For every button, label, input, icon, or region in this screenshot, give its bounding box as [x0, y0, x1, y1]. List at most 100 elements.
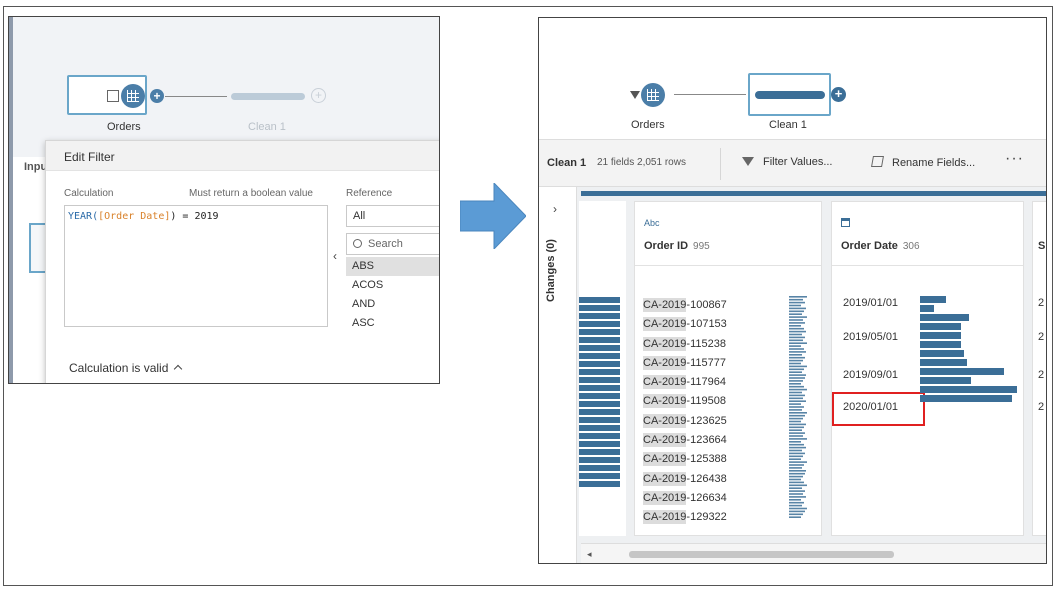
- histogram-bar: [920, 395, 1012, 402]
- order-id-value[interactable]: CA-2019-100867: [643, 298, 727, 318]
- order-id-value[interactable]: CA-2019-125388: [643, 452, 727, 472]
- histogram-bar: [789, 377, 805, 379]
- column-name-text: Order ID: [644, 240, 689, 252]
- value-suffix: -100867: [686, 299, 727, 311]
- column-name-partial: S: [1038, 240, 1046, 252]
- histogram-bar: [789, 470, 806, 472]
- add-step-icon[interactable]: +: [150, 89, 164, 103]
- column-name: Order Date 306: [841, 240, 920, 252]
- clean-node-placeholder[interactable]: [231, 93, 305, 100]
- histogram-bar: [789, 351, 806, 353]
- order-id-value[interactable]: CA-2019-117964: [643, 375, 727, 395]
- filter-values-button[interactable]: Filter Values...: [742, 156, 833, 168]
- histogram-bar: [579, 393, 620, 399]
- histogram-bar: [789, 409, 802, 411]
- histogram-bar: [579, 377, 620, 383]
- order-id-value[interactable]: CA-2019-123664: [643, 433, 727, 453]
- histogram-bar: [579, 329, 620, 335]
- histogram-bar: [579, 369, 620, 375]
- function-item[interactable]: AND: [346, 295, 439, 314]
- order-id-value[interactable]: CA-2019-129322: [643, 510, 727, 530]
- profile-column-next-partial[interactable]: S 2 2 2 2: [1032, 201, 1046, 536]
- histogram-bar: [789, 516, 801, 518]
- order-id-value[interactable]: CA-2019-126438: [643, 471, 727, 492]
- histogram-bar: [579, 481, 620, 487]
- histogram-bar: [789, 507, 807, 510]
- string-type-icon: Abc: [644, 218, 660, 228]
- histogram-bar: [789, 310, 804, 313]
- highlight-box: [832, 392, 925, 426]
- histogram-bar: [789, 490, 805, 492]
- matched-text: CA-2019: [643, 375, 687, 390]
- column-header[interactable]: Abc Order ID 995: [635, 202, 821, 266]
- chevron-right-icon[interactable]: ›: [553, 202, 557, 216]
- histogram-bar: [579, 353, 620, 359]
- filter-icon: [630, 91, 640, 99]
- profile-column-partial[interactable]: [579, 201, 626, 536]
- value-suffix: -125388: [686, 453, 727, 466]
- function-search-input[interactable]: Search: [346, 233, 439, 255]
- partial-value: 2: [1038, 297, 1045, 309]
- orders-node[interactable]: [67, 75, 147, 115]
- scroll-left-icon[interactable]: ◂: [587, 549, 592, 560]
- histogram-bar: [789, 339, 803, 342]
- profile-column-order-id[interactable]: Abc Order ID 995 CA-2019-100867 CA-2019-10…: [634, 201, 822, 536]
- profile-column-order-date[interactable]: Order Date 306 2019/01/01 2019/05/01 2019…: [831, 201, 1024, 536]
- step-name: Clean 1: [547, 157, 587, 169]
- histogram-bar: [789, 423, 806, 426]
- changes-tab[interactable]: Changes (0): [545, 239, 557, 302]
- histogram-bar: [789, 304, 801, 307]
- order-id-value[interactable]: CA-2019-115777: [643, 355, 727, 376]
- calculation-status[interactable]: Calculation is valid: [69, 361, 183, 375]
- histogram-bar: [789, 414, 805, 417]
- order-id-value[interactable]: CA-2019-123625: [643, 413, 727, 434]
- histogram-bar: [789, 446, 806, 449]
- histogram-bar: [789, 443, 804, 446]
- formula-field: [Order Date]: [98, 211, 171, 222]
- order-id-value[interactable]: CA-2019-107153: [643, 317, 727, 337]
- histogram-bar: [789, 510, 805, 513]
- histogram-bar: [789, 504, 802, 507]
- transition-arrow-icon: [460, 183, 526, 249]
- reference-dropdown[interactable]: All: [346, 205, 439, 227]
- order-id-value[interactable]: CA-2019-115238: [643, 336, 727, 357]
- histogram-bar: [579, 449, 620, 455]
- filter-icon: [742, 157, 754, 166]
- matched-text: CA-2019: [643, 413, 687, 428]
- histogram-bar: [789, 348, 804, 350]
- horizontal-scrollbar[interactable]: ◂: [581, 543, 1046, 563]
- boolean-hint: Must return a boolean value: [189, 188, 313, 199]
- date-bin-label: 2019/05/01: [843, 331, 899, 343]
- more-options-button[interactable]: ···: [1005, 150, 1024, 168]
- histogram-bar: [789, 400, 806, 402]
- flow-connector: [674, 94, 746, 95]
- input-pane-label: Inpu: [24, 161, 48, 173]
- profile-toolbar: Clean 1 21 fields 2,051 rows Filter Valu…: [539, 139, 1046, 187]
- filter-icon: [107, 90, 119, 102]
- histogram-bar: [789, 345, 801, 347]
- function-item[interactable]: ASC: [346, 314, 439, 327]
- function-item[interactable]: ABS: [346, 257, 439, 276]
- date-type-icon: [841, 218, 850, 229]
- add-step-icon[interactable]: +: [831, 87, 846, 102]
- histogram-bar: [789, 464, 804, 466]
- edit-filter-title: Edit Filter: [46, 141, 439, 171]
- matched-text: CA-2019: [643, 298, 687, 312]
- calculation-editor[interactable]: YEAR([Order Date]) = 2019: [64, 205, 328, 327]
- profile-pane: › Changes (0) Abc Order ID 995 CA-2019-10…: [539, 187, 1046, 563]
- clean-node-label: Clean 1: [248, 121, 286, 133]
- function-item[interactable]: ACOS: [346, 276, 439, 295]
- add-step-icon-faded[interactable]: +: [311, 88, 326, 103]
- collapse-reference-icon[interactable]: ‹: [333, 249, 337, 263]
- histogram-bar: [789, 336, 805, 339]
- rename-fields-button[interactable]: Rename Fields...: [871, 156, 975, 169]
- order-id-value[interactable]: CA-2019-126634: [643, 490, 727, 511]
- column-header[interactable]: Order Date 306: [832, 202, 1023, 266]
- toolbar-divider: [720, 148, 721, 180]
- calculation-label: Calculation: [64, 188, 114, 199]
- orders-node[interactable]: [641, 83, 665, 107]
- histogram-bar: [789, 368, 804, 371]
- order-id-value[interactable]: CA-2019-119508: [643, 394, 727, 414]
- clean-node[interactable]: [748, 73, 831, 116]
- scroll-thumb[interactable]: [629, 551, 894, 558]
